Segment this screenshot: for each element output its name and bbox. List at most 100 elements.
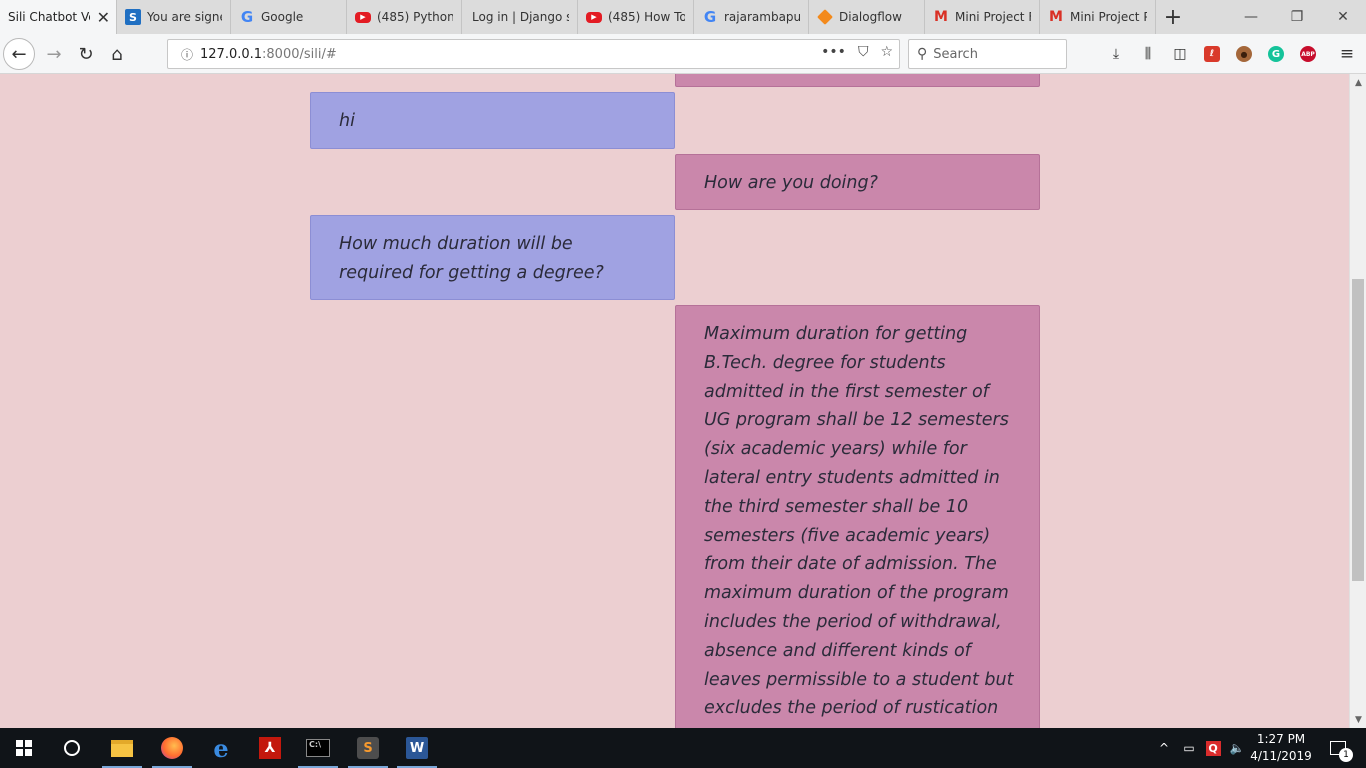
scrollbar-thumb[interactable]: [1352, 279, 1364, 581]
tab-title: Sili Chatbot Ve: [8, 10, 90, 24]
close-window-button[interactable]: ✕: [1320, 0, 1366, 34]
dialogflow-icon: [817, 9, 833, 25]
restore-button[interactable]: ❐: [1274, 0, 1320, 34]
pocket-icon[interactable]: ⛉: [858, 44, 869, 60]
volume-icon[interactable]: 🔈: [1226, 728, 1248, 768]
sublime-text-button[interactable]: S: [344, 728, 392, 768]
scroll-down-arrow-icon[interactable]: ▼: [1350, 711, 1366, 728]
cortana-button[interactable]: [48, 728, 96, 768]
page-actions-icon[interactable]: •••: [821, 44, 846, 60]
back-button[interactable]: ←: [3, 38, 35, 70]
user-message: How much duration will be required for g…: [310, 215, 675, 300]
download-icon[interactable]: ⤓: [1106, 44, 1126, 64]
command-prompt-icon: C:\: [306, 739, 330, 757]
url-path: :8000/sili/#: [262, 46, 337, 62]
bot-message: [675, 74, 1040, 87]
tab-strip: Sili Chatbot Ve ✕ S You are signe G Goog…: [0, 0, 1366, 34]
gmail-icon: M: [934, 9, 948, 25]
youtube-icon: ▶: [586, 11, 602, 23]
tab-sili-chatbot[interactable]: Sili Chatbot Ve ✕: [0, 0, 117, 34]
tab-title: Dialogflow: [839, 10, 902, 24]
tab-signed-in[interactable]: S You are signe: [117, 0, 231, 34]
site-info-icon[interactable]: ⓘ: [174, 46, 200, 63]
notification-icon: 1: [1330, 741, 1353, 762]
word-icon: W: [406, 737, 428, 759]
message-text: Maximum duration for getting B.Tech. deg…: [704, 324, 1014, 728]
q-app-tray-icon[interactable]: Q: [1202, 728, 1224, 768]
tab-youtube-python[interactable]: ▶ (485) Python: [347, 0, 462, 34]
sidebar-icon[interactable]: ◫: [1170, 44, 1190, 64]
clock[interactable]: 1:27 PM 4/11/2019: [1248, 731, 1314, 765]
start-button[interactable]: [0, 728, 48, 768]
search-input[interactable]: [933, 46, 1054, 62]
adblock-plus-icon[interactable]: ABP: [1298, 44, 1318, 64]
tab-title: Mini Project F: [955, 10, 1031, 24]
clock-time: 1:27 PM: [1256, 732, 1306, 746]
bot-message: How are you doing?: [675, 154, 1040, 210]
tab-title: Google: [261, 10, 304, 24]
message-text: How are you doing?: [704, 173, 878, 193]
file-explorer-button[interactable]: [98, 728, 146, 768]
chat-area: hi How are you doing? How much duration …: [0, 74, 1349, 728]
bot-message: Maximum duration for getting B.Tech. deg…: [675, 305, 1040, 728]
tab-google[interactable]: G Google: [231, 0, 347, 34]
acrobat-icon: ⅄: [259, 737, 281, 759]
scroll-up-arrow-icon[interactable]: ▲: [1350, 74, 1366, 91]
home-button[interactable]: ⌂: [101, 38, 133, 70]
tab-django-login[interactable]: Log in | Django si: [462, 0, 578, 34]
message-text: hi: [339, 111, 355, 131]
s-icon: S: [125, 9, 141, 25]
notification-count: 1: [1339, 748, 1353, 762]
windows-taskbar: e ⅄ C:\ S W ^ ▭ Q 🔈 1:27 PM 4/11/2019 1: [0, 728, 1366, 768]
edge-button[interactable]: e: [197, 728, 245, 768]
tab-mini-project-2[interactable]: M Mini Project P: [1040, 0, 1156, 34]
close-tab-icon[interactable]: ✕: [97, 8, 110, 27]
hamburger-menu-icon[interactable]: ≡: [1337, 44, 1357, 64]
forward-button[interactable]: →: [38, 38, 70, 70]
word-button[interactable]: W: [393, 728, 441, 768]
grammarly-icon[interactable]: G: [1266, 44, 1286, 64]
firefox-button[interactable]: [148, 728, 196, 768]
firefox-icon: [161, 737, 183, 759]
cortana-icon: [64, 740, 80, 756]
user-message: hi: [310, 92, 675, 149]
navigation-toolbar: ← → ↻ ⌂ ⓘ 127.0.0.1:8000/sili/# ••• ⛉ ☆ …: [0, 34, 1366, 74]
minimize-button[interactable]: —: [1228, 0, 1274, 34]
extension-red-icon[interactable]: ℓ: [1202, 44, 1222, 64]
tab-title: rajarambapu: [724, 10, 800, 24]
cookie-icon[interactable]: ●: [1234, 44, 1254, 64]
file-explorer-icon: [111, 739, 133, 757]
google-icon: G: [703, 8, 717, 26]
tab-title: You are signe: [147, 10, 222, 24]
message-text: How much duration will be required for g…: [339, 234, 604, 283]
tab-title: Log in | Django si: [472, 10, 569, 24]
action-center-button[interactable]: 1: [1318, 728, 1358, 768]
tab-rajarambapu[interactable]: G rajarambapu: [694, 0, 809, 34]
search-icon: ⚲: [917, 46, 928, 62]
bookmark-star-icon[interactable]: ☆: [880, 44, 893, 60]
address-bar[interactable]: ⓘ 127.0.0.1:8000/sili/# ••• ⛉ ☆: [167, 39, 900, 69]
reload-button[interactable]: ↻: [70, 38, 102, 70]
search-bar[interactable]: ⚲: [908, 39, 1067, 69]
grammarly-badge-icon: G: [1268, 46, 1284, 62]
show-hidden-icons-icon[interactable]: ^: [1154, 728, 1174, 768]
edge-icon: e: [213, 733, 229, 763]
tab-youtube-howto[interactable]: ▶ (485) How To: [578, 0, 694, 34]
new-tab-button[interactable]: +: [1156, 0, 1190, 34]
tab-title: (485) Python: [377, 10, 453, 24]
google-icon: G: [240, 8, 254, 26]
tab-dialogflow[interactable]: Dialogflow: [809, 0, 925, 34]
url-host: 127.0.0.1: [200, 46, 263, 62]
acrobat-button[interactable]: ⅄: [246, 728, 294, 768]
tab-title: Mini Project P: [1070, 10, 1147, 24]
battery-icon[interactable]: ▭: [1178, 728, 1200, 768]
youtube-icon: ▶: [355, 11, 371, 23]
clock-date: 4/11/2019: [1250, 749, 1312, 763]
q-app-icon: Q: [1205, 740, 1221, 756]
vertical-scrollbar[interactable]: ▲ ▼: [1349, 74, 1366, 728]
tab-title: (485) How To: [608, 10, 685, 24]
red-badge-icon: ℓ: [1204, 46, 1220, 62]
command-prompt-button[interactable]: C:\: [294, 728, 342, 768]
library-icon[interactable]: ⫼: [1138, 44, 1158, 64]
tab-mini-project-1[interactable]: M Mini Project F: [925, 0, 1040, 34]
